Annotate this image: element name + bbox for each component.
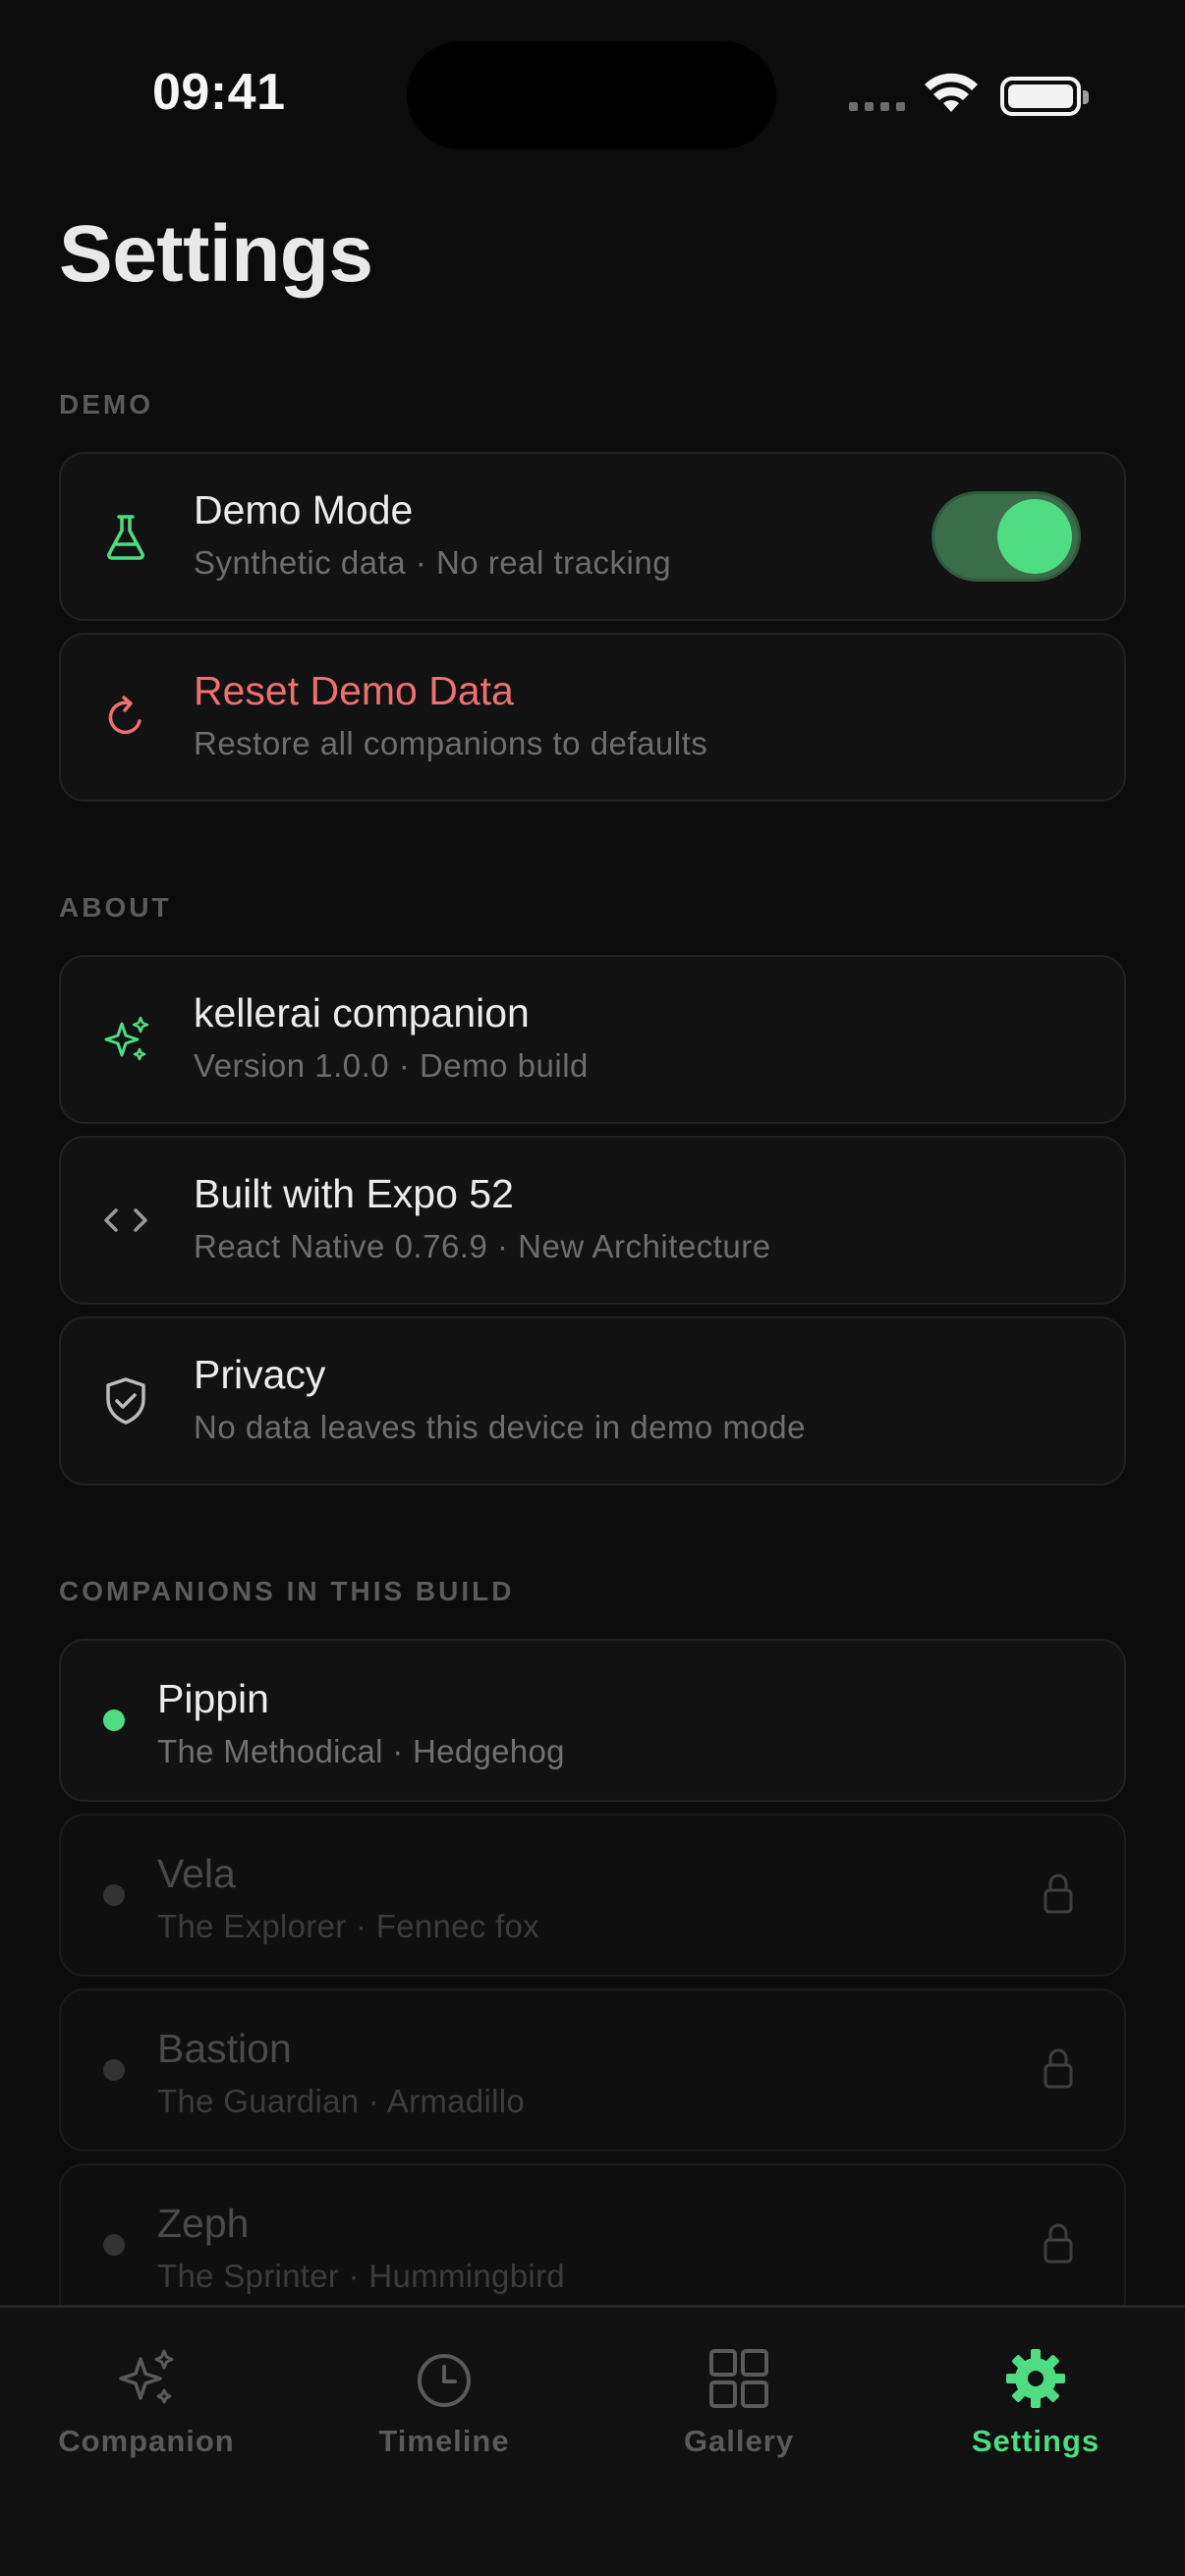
tab-label: Gallery	[683, 2424, 795, 2458]
gear-icon	[1006, 2349, 1065, 2408]
sparkles-icon	[104, 1016, 149, 1061]
active-status-dot	[103, 1709, 125, 1731]
app-version: Version 1.0.0 · Demo build	[194, 1047, 589, 1084]
section-header-about: ABOUT	[59, 892, 172, 923]
shield-check-icon	[106, 1377, 145, 1425]
section-header-companions: COMPANIONS IN THIS BUILD	[59, 1576, 515, 1606]
companion-name: Zeph	[157, 2201, 250, 2246]
tab-label: Companion	[58, 2424, 235, 2458]
tab-timeline[interactable]: Timeline	[326, 2343, 562, 2459]
settings-screen: 09:41 Settings DEMO Demo Mode Synthetic …	[0, 0, 1185, 2576]
companion-description: The Guardian · Armadillo	[157, 2083, 526, 2119]
lock-icon	[1044, 1874, 1073, 1914]
section-header-demo: DEMO	[59, 389, 153, 420]
companion-name: Vela	[157, 1851, 236, 1896]
app-name: kellerai companion	[194, 990, 530, 1036]
tab-bar: Companion Timeline Gallery Settings	[0, 2305, 1185, 2576]
tab-label: Timeline	[378, 2424, 510, 2458]
refresh-icon	[108, 696, 141, 735]
dynamic-island	[407, 41, 776, 149]
companion-item-pippin[interactable]: Pippin The Methodical · Hedgehog	[59, 1639, 1126, 1802]
reset-demo-title: Reset Demo Data	[194, 668, 514, 713]
status-time: 09:41	[152, 64, 286, 121]
built-with-title: Built with Expo 52	[194, 1171, 514, 1216]
demo-mode-subtitle: Synthetic data · No real tracking	[194, 544, 672, 581]
lock-icon	[1044, 2048, 1073, 2089]
inactive-status-dot	[103, 2234, 125, 2256]
companion-name: Pippin	[157, 1676, 269, 1721]
reset-demo-data-row[interactable]: Reset Demo Data Restore all companions t…	[59, 633, 1126, 802]
demo-mode-title: Demo Mode	[194, 487, 414, 532]
inactive-status-dot	[103, 2059, 125, 2081]
toggle-knob	[997, 499, 1072, 574]
companion-item-vela[interactable]: Vela The Explorer · Fennec fox	[59, 1814, 1126, 1977]
flask-icon	[107, 515, 144, 560]
privacy-title: Privacy	[194, 1352, 326, 1397]
lock-icon	[1044, 2223, 1073, 2264]
demo-mode-row[interactable]: Demo Mode Synthetic data · No real track…	[59, 452, 1126, 621]
tab-companion[interactable]: Companion	[28, 2343, 264, 2459]
clock-icon	[418, 2354, 471, 2407]
tab-settings[interactable]: Settings	[918, 2343, 1154, 2459]
demo-mode-toggle[interactable]	[931, 491, 1081, 582]
companion-description: The Sprinter · Hummingbird	[157, 2258, 565, 2294]
inactive-status-dot	[103, 1884, 125, 1906]
privacy-row[interactable]: Privacy No data leaves this device in de…	[59, 1316, 1126, 1485]
built-with-subtitle: React Native 0.76.9 · New Architecture	[194, 1228, 771, 1264]
privacy-subtitle: No data leaves this device in demo mode	[194, 1409, 807, 1445]
app-info-row: kellerai companion Version 1.0.0 · Demo …	[59, 955, 1126, 1124]
cellular-signal-icon	[849, 102, 908, 114]
built-with-row: Built with Expo 52 React Native 0.76.9 ·…	[59, 1136, 1126, 1305]
grid-icon	[709, 2349, 768, 2408]
companion-description: The Methodical · Hedgehog	[157, 1733, 565, 1769]
companion-item-zeph[interactable]: Zeph The Sprinter · Hummingbird	[59, 2163, 1126, 2326]
code-icon	[104, 1208, 147, 1232]
companion-item-bastion[interactable]: Bastion The Guardian · Armadillo	[59, 1988, 1126, 2152]
battery-icon	[1000, 77, 1089, 116]
companion-description: The Explorer · Fennec fox	[157, 1908, 539, 1944]
reset-demo-subtitle: Restore all companions to defaults	[194, 725, 708, 761]
companion-name: Bastion	[157, 2026, 292, 2071]
page-title: Settings	[59, 209, 373, 299]
sparkles-icon	[119, 2349, 174, 2404]
wifi-icon	[925, 73, 978, 112]
tab-gallery[interactable]: Gallery	[621, 2343, 857, 2459]
tab-label: Settings	[971, 2424, 1100, 2458]
